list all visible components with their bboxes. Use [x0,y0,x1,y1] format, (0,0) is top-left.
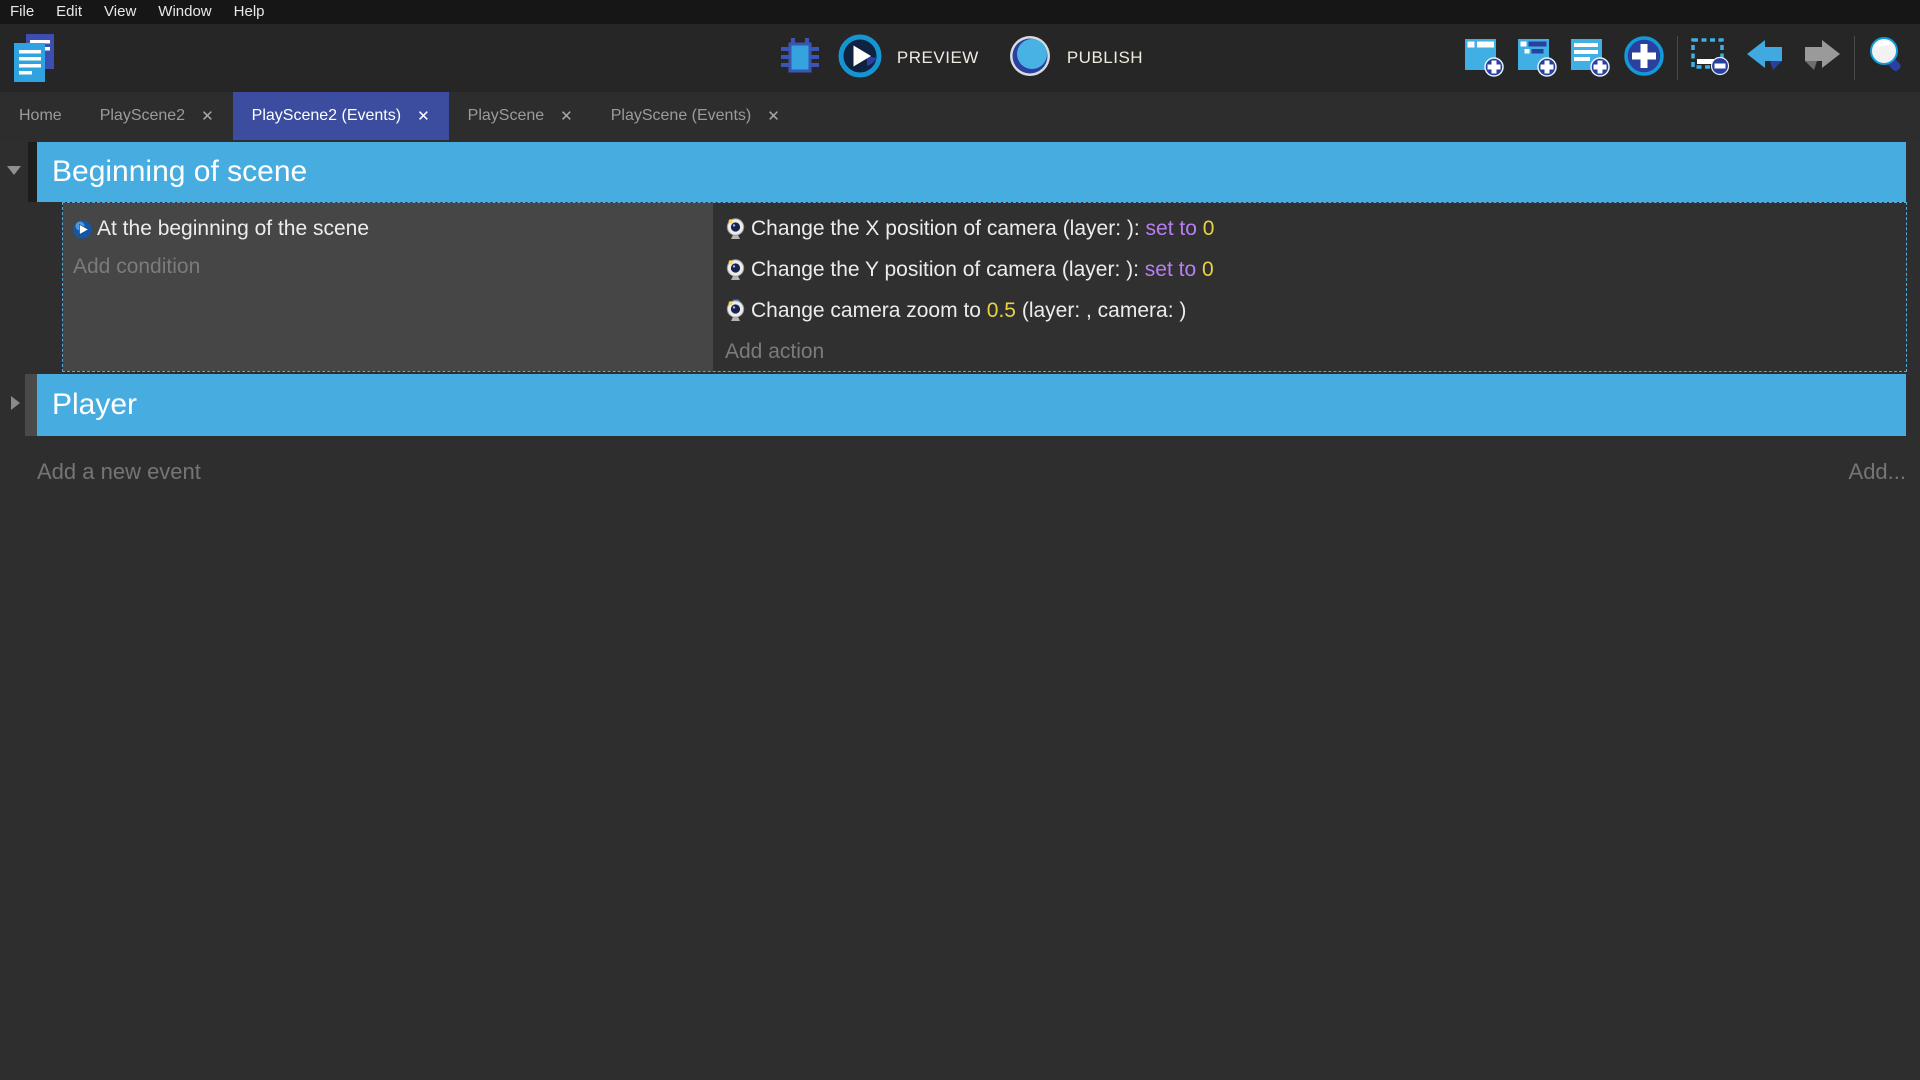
tab-label: PlayScene2 [100,107,185,125]
condition-text: At the beginning of the scene [97,217,369,241]
select-delete-icon[interactable] [1689,35,1733,82]
tab-home[interactable]: Home [0,92,81,140]
main-toolbar: PREVIEW PUBLISH [0,24,1920,92]
camera-icon [725,217,746,240]
tab-bar: Home PlayScene2 ✕ PlayScene2 (Events) ✕ … [0,92,1920,140]
preview-button[interactable]: PREVIEW [897,48,979,68]
preview-play-icon[interactable] [837,33,883,84]
close-icon[interactable]: ✕ [560,107,573,125]
tab-label: Home [19,107,62,125]
add-circle-icon[interactable] [1622,34,1666,83]
collapse-arrow-icon[interactable] [7,166,21,175]
conditions-panel: At the beginning of the scene Add condit… [63,203,713,371]
tab-label: PlayScene (Events) [611,107,752,125]
menu-edit[interactable]: Edit [45,0,93,24]
event-group-handle[interactable] [28,142,37,202]
action-row[interactable]: Change the Y position of camera (layer: … [725,249,1896,290]
action-text: Change the X position of camera (layer: … [751,217,1214,241]
add-event-row: Add a new event Add... [37,452,1906,492]
menu-view[interactable]: View [93,0,147,24]
debug-bug-icon[interactable] [777,35,823,82]
menu-file[interactable]: File [8,0,45,24]
action-row[interactable]: Change camera zoom to 0.5 (layer: , came… [725,290,1896,331]
action-text: Change the Y position of camera (layer: … [751,258,1214,282]
tab-playscene2-events[interactable]: PlayScene2 (Events) ✕ [233,92,449,140]
event-group-handle[interactable] [25,374,37,436]
toolbar-separator [1854,36,1855,80]
publish-globe-icon[interactable] [1007,33,1053,84]
redo-icon[interactable] [1799,36,1843,81]
action-row[interactable]: Change the X position of camera (layer: … [725,208,1896,249]
tab-playscene[interactable]: PlayScene ✕ [449,92,592,140]
tab-playscene2[interactable]: PlayScene2 ✕ [81,92,233,140]
undo-icon[interactable] [1744,36,1788,81]
group-header-beginning-of-scene[interactable]: Beginning of scene [37,142,1906,202]
toolbar-separator [1677,36,1678,80]
camera-icon [725,258,746,281]
condition-play-icon [73,220,92,239]
selected-event[interactable]: At the beginning of the scene Add condit… [62,202,1907,372]
toolbar-right-group [1463,24,1910,92]
group-header-player[interactable]: Player [37,374,1906,436]
gdevelop-window: File Edit View Window Help [0,0,1920,1080]
action-text: Change camera zoom to 0.5 (layer: , came… [751,299,1186,323]
search-icon[interactable] [1866,34,1910,83]
camera-zoom-icon [725,299,746,322]
condition-row[interactable]: At the beginning of the scene [73,210,703,248]
add-event-icon[interactable] [1463,35,1505,82]
close-icon[interactable]: ✕ [201,107,214,125]
close-icon[interactable]: ✕ [417,107,430,125]
add-condition-button[interactable]: Add condition [73,248,703,286]
add-ellipsis-button[interactable]: Add... [1849,459,1906,485]
expand-arrow-icon[interactable] [11,396,20,410]
add-subevent-icon[interactable] [1516,35,1558,82]
publish-button[interactable]: PUBLISH [1067,48,1143,68]
add-new-event-button[interactable]: Add a new event [37,459,201,485]
tab-label: PlayScene [468,107,545,125]
menu-window[interactable]: Window [147,0,222,24]
menu-help[interactable]: Help [223,0,276,24]
menu-bar: File Edit View Window Help [0,0,1920,24]
add-action-button[interactable]: Add action [725,331,1896,372]
actions-panel: Change the X position of camera (layer: … [713,203,1906,371]
tab-playscene-events[interactable]: PlayScene (Events) ✕ [592,92,799,140]
tab-label: PlayScene2 (Events) [252,107,401,125]
close-icon[interactable]: ✕ [767,107,780,125]
add-comment-icon[interactable] [1569,35,1611,82]
events-sheet: Beginning of scene At the beginning of t… [0,140,1920,1080]
